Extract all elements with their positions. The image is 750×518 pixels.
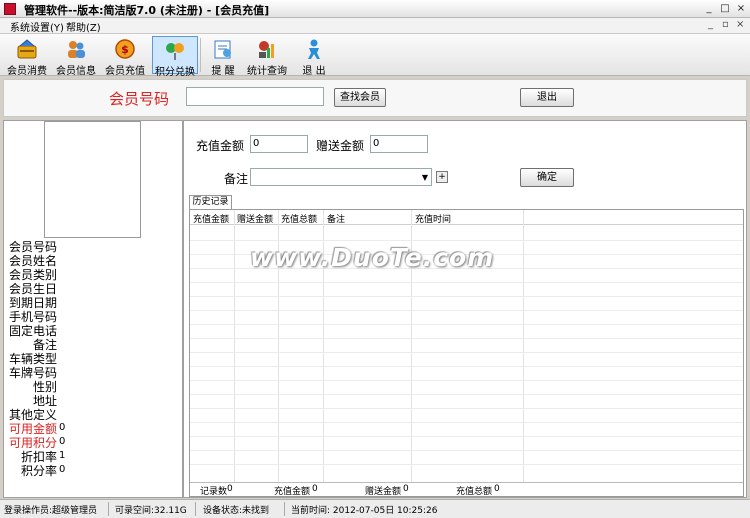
row-divider: [190, 240, 743, 241]
mdi-close-button[interactable]: ×: [736, 19, 744, 30]
table-footer: 记录数 0 充值金额 0 赠送金额 0 充值总额 0: [190, 482, 743, 496]
chevron-down-icon: ▼: [421, 173, 428, 182]
row-divider: [190, 366, 743, 367]
status-space: 可录空间:32.11G: [115, 506, 187, 516]
menu-system-settings[interactable]: 系统设置(Y): [10, 19, 64, 34]
member-number-input[interactable]: [186, 87, 324, 106]
column-total-amount[interactable]: 充值总额: [281, 212, 317, 225]
toolbar-member-consume[interactable]: 会员消费: [4, 36, 50, 77]
toolbar: 会员消费 会员信息 $ 会员充值 积分兑换 提 醒 统计查询 退 出: [0, 34, 750, 78]
footer-total-amount-label: 充值总额: [456, 487, 493, 497]
status-bar: 登录操作员:超级管理员 可录空间:32.11G 设备状态:未找到 当前时间: 2…: [0, 499, 750, 518]
toolbar-member-recharge[interactable]: $ 会员充值: [102, 36, 148, 77]
toolbar-label: 提 醒: [211, 66, 235, 77]
row-divider: [190, 408, 743, 409]
row-divider: [190, 338, 743, 339]
reminder-icon: [214, 40, 231, 59]
member-number-label: 会员号码: [109, 90, 170, 108]
mdi-restore-button[interactable]: ▫: [722, 19, 729, 30]
column-recharge-time[interactable]: 充值时间: [415, 212, 451, 225]
menu-bar: 系统设置(Y) 帮助(Z) _ ▫ ×: [0, 18, 750, 34]
row-divider: [190, 394, 743, 395]
row-divider: [190, 436, 743, 437]
footer-recharge-amount-value: 0: [312, 484, 318, 494]
app-icon: [4, 3, 16, 15]
footer-bonus-amount-label: 赠送金额: [365, 487, 402, 497]
footer-bonus-amount-value: 0: [403, 484, 409, 494]
bonus-amount-label: 赠送金额: [316, 139, 365, 153]
row-divider: [190, 464, 743, 465]
status-device: 设备状态:未找到: [203, 506, 270, 516]
toolbar-label: 统计查询: [247, 66, 287, 77]
status-separator: [195, 502, 196, 516]
toolbar-exit[interactable]: 退 出: [291, 36, 337, 77]
note-select[interactable]: ▼: [250, 168, 432, 186]
status-separator: [284, 502, 285, 516]
menu-help[interactable]: 帮助(Z): [66, 19, 101, 34]
toolbar-reminder[interactable]: 提 醒: [200, 36, 246, 77]
toolbar-label: 会员消费: [7, 66, 47, 77]
title-bar: 管理软件--版本:简洁版7.0 (未注册) - [会员充值] _ □ ×: [0, 0, 750, 18]
toolbar-points-exchange[interactable]: 积分兑换: [152, 36, 198, 78]
minimize-button[interactable]: _: [702, 2, 716, 15]
add-note-button[interactable]: +: [436, 171, 448, 183]
coin-icon: $: [115, 39, 135, 59]
recharge-panel: 充值金额 0 赠送金额 0 备注 ▼ + 确定 历史记录 充值金额 赠送金额 充…: [183, 120, 747, 498]
status-time: 当前时间: 2012-07-05日 10:25:26: [291, 506, 438, 516]
note-label: 备注: [224, 172, 249, 186]
row-divider: [190, 380, 743, 381]
status-separator: [108, 502, 109, 516]
watermark-text: www.DuoTe.com: [250, 243, 495, 272]
recharge-amount-input[interactable]: 0: [250, 135, 308, 153]
toolbar-label: 会员充值: [105, 66, 145, 77]
row-divider: [190, 296, 743, 297]
exchange-icon: [166, 43, 184, 60]
column-note[interactable]: 备注: [327, 212, 345, 225]
footer-total-amount-value: 0: [494, 484, 500, 494]
find-member-button[interactable]: 查找会员: [334, 88, 386, 107]
field-points-rate: 积分率: [21, 464, 58, 478]
exit-icon: [308, 39, 320, 59]
footer-record-count-value: 0: [227, 484, 233, 494]
row-divider: [190, 352, 743, 353]
row-divider: [190, 450, 743, 451]
table-header: 充值金额 赠送金额 充值总额 备注 充值时间: [190, 210, 743, 225]
toolbar-label: 会员信息: [56, 66, 96, 77]
users-icon: [68, 41, 85, 58]
mdi-minimize-button[interactable]: _: [708, 19, 713, 30]
row-divider: [190, 324, 743, 325]
exit-button[interactable]: 退出: [520, 88, 574, 107]
toolbar-label: 退 出: [302, 66, 326, 77]
member-photo: [44, 121, 141, 238]
search-section: 会员号码 查找会员 退出: [3, 79, 747, 117]
toolbar-statistics[interactable]: 统计查询: [244, 36, 290, 77]
column-bonus-amount[interactable]: 赠送金额: [237, 212, 273, 225]
status-operator: 登录操作员:超级管理员: [4, 506, 98, 516]
row-divider: [190, 282, 743, 283]
discount-rate-value: 1: [59, 450, 66, 461]
column-recharge-amount[interactable]: 充值金额: [193, 212, 229, 225]
svg-text:$: $: [121, 43, 129, 56]
confirm-button[interactable]: 确定: [520, 168, 574, 187]
row-divider: [190, 310, 743, 311]
available-points-value: 0: [59, 436, 66, 447]
available-amount-value: 0: [59, 422, 66, 433]
column-divider: [523, 210, 524, 483]
footer-recharge-amount-label: 充值金额: [274, 487, 311, 497]
maximize-button[interactable]: □: [718, 2, 732, 15]
points-rate-value: 0: [59, 464, 66, 475]
close-button[interactable]: ×: [734, 2, 748, 15]
member-info-panel: 会员号码 会员姓名 会员类别 会员生日 到期日期 手机号码 固定电话 备注 车辆…: [3, 120, 183, 498]
footer-record-count-label: 记录数: [200, 487, 228, 497]
bonus-amount-input[interactable]: 0: [370, 135, 428, 153]
tab-history[interactable]: 历史记录: [189, 195, 232, 209]
column-divider: [234, 210, 235, 483]
recharge-amount-label: 充值金额: [196, 139, 245, 153]
toolbar-label: 积分兑换: [155, 67, 195, 78]
stats-icon: [259, 41, 274, 58]
toolbar-member-info[interactable]: 会员信息: [53, 36, 99, 77]
window-title: 管理软件--版本:简洁版7.0 (未注册) - [会员充值]: [24, 4, 270, 17]
row-divider: [190, 422, 743, 423]
card-icon: [17, 39, 37, 59]
